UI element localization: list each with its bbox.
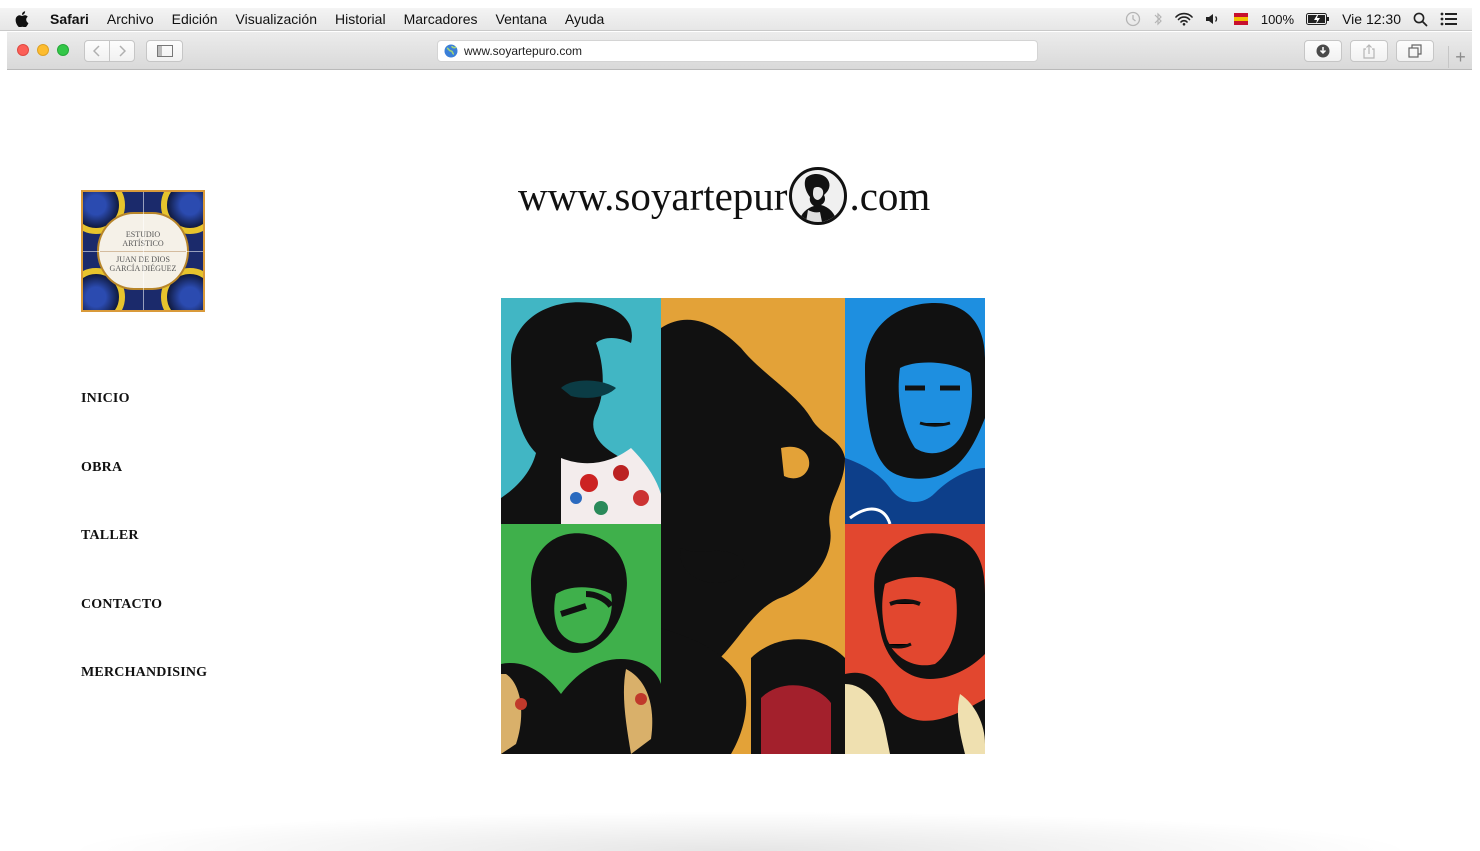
time-machine-icon[interactable] — [1125, 10, 1141, 28]
show-all-tabs-button[interactable] — [1396, 40, 1434, 62]
notification-center-icon[interactable] — [1440, 10, 1458, 28]
tabs-overview-icon — [1408, 44, 1422, 58]
site-title-suffix: .com — [849, 173, 931, 219]
menu-historial[interactable]: Historial — [326, 11, 395, 27]
site-navigation: INICIO OBRA TALLER CONTACTO MERCHANDISIN… — [81, 391, 207, 734]
share-icon — [1363, 43, 1375, 59]
studio-logo[interactable]: ESTUDIO ARTÍSTICO JUAN DE DIOS GARCÍA DI… — [81, 190, 205, 312]
plus-icon: + — [1455, 46, 1466, 67]
artwork-panel-teal-portrait — [501, 298, 661, 524]
sidebar-icon — [156, 45, 173, 57]
chevron-right-icon — [119, 45, 126, 57]
menu-bar: Safari Archivo Edición Visualización His… — [0, 8, 1472, 31]
bluetooth-icon[interactable] — [1153, 10, 1163, 28]
new-tab-button[interactable]: + — [1448, 46, 1472, 68]
nav-merchandising[interactable]: MERCHANDISING — [81, 665, 207, 734]
menu-edicion[interactable]: Edición — [163, 11, 227, 27]
menu-ventana[interactable]: Ventana — [487, 11, 556, 27]
window-close-button[interactable] — [17, 44, 29, 56]
address-bar[interactable]: www.soyartepuro.com — [437, 40, 1038, 62]
artwork-panel-green-portrait — [501, 524, 661, 754]
site-title-prefix: www.soyartepur — [518, 173, 788, 219]
menubar-clock[interactable]: Vie 12:30 — [1342, 11, 1401, 27]
battery-icon[interactable] — [1306, 10, 1330, 28]
input-source-icon[interactable] — [1233, 10, 1249, 28]
menu-ayuda[interactable]: Ayuda — [556, 11, 613, 27]
globe-icon — [444, 44, 458, 58]
tile-grout — [83, 251, 203, 252]
nav-taller[interactable]: TALLER — [81, 528, 207, 597]
menu-archivo[interactable]: Archivo — [98, 11, 163, 27]
nav-inicio[interactable]: INICIO — [81, 391, 207, 460]
menu-safari[interactable]: Safari — [44, 11, 98, 27]
share-button[interactable] — [1350, 40, 1388, 62]
featured-artwork[interactable] — [501, 298, 985, 754]
window-fullscreen-button[interactable] — [57, 44, 69, 56]
bullfighter-portrait-icon — [789, 167, 848, 225]
browser-toolbar: www.soyartepuro.com + — [7, 32, 1472, 70]
chevron-left-icon — [93, 45, 100, 57]
artwork-panel-orange-portrait — [661, 298, 845, 754]
menu-visualizacion[interactable]: Visualización — [227, 11, 326, 27]
nav-obra[interactable]: OBRA — [81, 460, 207, 529]
downloads-button[interactable] — [1304, 40, 1342, 62]
url-text: www.soyartepuro.com — [464, 44, 583, 58]
forward-button[interactable] — [109, 40, 135, 62]
artwork-panel-red-portrait — [845, 524, 985, 754]
web-page: ESTUDIO ARTÍSTICO JUAN DE DIOS GARCÍA DI… — [0, 71, 1480, 851]
download-icon — [1316, 44, 1330, 58]
site-title[interactable]: www.soyartepur .com — [518, 166, 930, 226]
wifi-icon[interactable] — [1175, 10, 1193, 28]
battery-percentage: 100% — [1260, 11, 1295, 27]
window-minimize-button[interactable] — [37, 44, 49, 56]
volume-icon[interactable] — [1205, 10, 1221, 28]
show-sidebar-button[interactable] — [146, 40, 183, 62]
nav-contacto[interactable]: CONTACTO — [81, 597, 207, 666]
page-footer-shadow — [60, 811, 1420, 851]
artwork-panel-blue-portrait — [845, 298, 985, 524]
spotlight-search-icon[interactable] — [1413, 10, 1428, 28]
apple-menu-icon[interactable] — [0, 11, 44, 27]
back-button[interactable] — [84, 40, 110, 62]
menu-marcadores[interactable]: Marcadores — [395, 11, 487, 27]
